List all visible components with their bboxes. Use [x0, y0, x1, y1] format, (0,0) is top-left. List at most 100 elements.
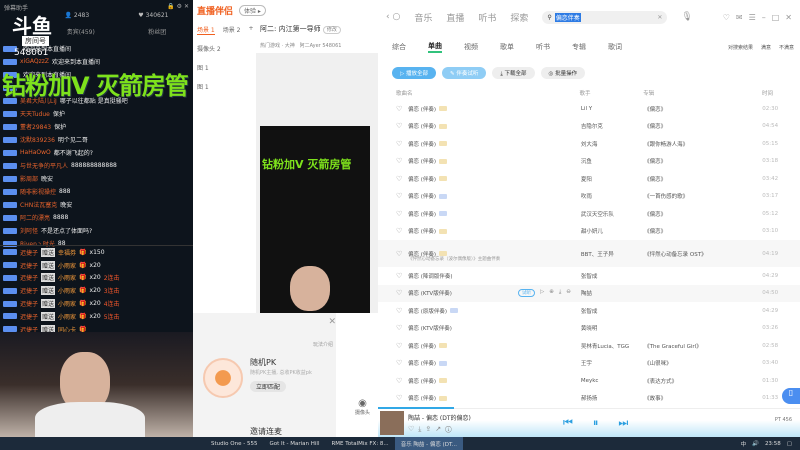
add-icon[interactable]: ⊕ [549, 289, 554, 297]
heart-icon[interactable]: ♡ [396, 140, 402, 148]
heart-icon[interactable]: ♡ [396, 394, 402, 402]
song-album[interactable]: 《The Graceful Girl》 [644, 342, 762, 350]
tab-1[interactable]: 单曲 [428, 41, 442, 53]
minimize-icon[interactable]: – [762, 13, 766, 22]
song-row[interactable]: ♡ 偏恋 (伴奏) 甜小妍儿 《偏恋》 03:10 [378, 223, 800, 241]
notification-icon[interactable]: ▢ [787, 441, 792, 447]
song-title[interactable]: 偏恋 (降调版伴奏) [408, 272, 453, 280]
song-row[interactable]: ♡ 偏恋 (伴奏) 吴林青Lucia、TGG 《The Graceful Girl》 0… [378, 337, 800, 355]
song-row[interactable]: ♡ 偏恋 (伴奏) Meykc 《表达方式》 01:30 [378, 372, 800, 390]
song-title[interactable]: 偏恋 (伴奏) [408, 394, 436, 402]
nav-music[interactable]: 音乐 [414, 11, 432, 24]
try-button[interactable]: 试听 [517, 289, 535, 298]
song-title[interactable]: 偏恋 (KTV版伴奏) [408, 324, 452, 332]
camera-button[interactable]: ◉ 摄像头 [355, 398, 370, 416]
gift-nick[interactable]: 迟捷子 [20, 273, 38, 282]
phone-icon[interactable]: ▯ [782, 388, 800, 404]
skin-icon[interactable]: ♡ [723, 13, 730, 22]
feedback-1[interactable]: 满意 [761, 44, 771, 51]
song-row[interactable]: ♡ 偏恋 (降调版伴奏) 张智成 04:29 [378, 267, 800, 285]
clock[interactable]: 23:58 [765, 441, 781, 447]
song-row[interactable]: ♡ 偏恋 (伴奏) 吉隐尔克 《偏恋》 04:54 [378, 118, 800, 136]
prev-icon[interactable]: ⏮ [563, 416, 573, 430]
scene-tab-2[interactable]: 场景 2 [223, 25, 241, 35]
chat-nick[interactable]: 影周部 [20, 174, 38, 183]
accompaniment-button[interactable]: ✎ 伴奏试听 [441, 67, 487, 79]
song-album[interactable]: 《跟你畅游人海》 [644, 140, 762, 148]
heart-icon[interactable]: ♡ [396, 289, 402, 297]
taskbar-item[interactable]: 音乐 陶喆 - 偏恋 (DT... [394, 437, 463, 450]
chat-nick[interactable]: 阿二的漂亮 [20, 213, 50, 222]
pause-icon[interactable]: ⏸ [593, 416, 599, 430]
song-row[interactable]: ♡ 偏恋 (伴奏) 夏阳 《偏恋》 03:42 [378, 170, 800, 188]
play-all-button[interactable]: ▷ 播放全部 [392, 67, 436, 79]
tab-3[interactable]: 歌单 [500, 42, 514, 52]
song-album[interactable]: 《偏恋》 [644, 227, 762, 235]
chat-nick[interactable]: 董者29843 [20, 122, 51, 131]
gift-nick[interactable]: 迟捷子 [20, 248, 38, 257]
song-title[interactable]: 偏恋 (原版伴奏) [408, 307, 447, 315]
song-row[interactable]: ♡ 偏恋 (伴奏) 武汉天空乐队 《偏恋》 05:12 [378, 205, 800, 223]
song-album[interactable]: 《故事》 [644, 394, 762, 402]
progress-bar[interactable] [378, 407, 454, 409]
song-artist[interactable]: 吴林青Lucia、TGG [581, 342, 644, 350]
heart-icon[interactable]: ♡ [396, 227, 402, 235]
batch-button[interactable]: ◎ 批量操作 [540, 67, 586, 79]
song-album[interactable]: 《偏恋》 [644, 175, 762, 183]
song-artist[interactable]: Lil Y [581, 106, 644, 112]
song-row[interactable]: ♡ 偏恋 (伴奏) 郝扬扬 《故事》 01:33 [378, 390, 800, 408]
heart-icon[interactable]: ♡ [396, 192, 402, 200]
ime-indicator[interactable]: 中 [741, 440, 747, 448]
song-artist[interactable]: BBT、王子异 [581, 250, 644, 258]
heart-icon[interactable]: ♡ [396, 342, 402, 350]
song-title[interactable]: 偏恋 (伴奏) [408, 342, 436, 350]
invite-title[interactable]: 邀请连麦 [250, 426, 282, 437]
taskbar-item[interactable]: Got It - Marian Hill [263, 437, 325, 450]
menu-icon[interactable]: ☰ [749, 13, 756, 22]
song-album[interactable]: 《怦然心动备忘录 OST》 [644, 250, 762, 258]
song-row[interactable]: ♡ 偏恋 (伴奏) 吹雨 《一首伤感的歌》 03:17 [378, 188, 800, 206]
song-artist[interactable]: 吹雨 [581, 192, 644, 200]
song-album[interactable]: 《偏恋》 [644, 210, 762, 218]
song-row[interactable]: ♡ 偏恋 (KTV版伴奏) 试听 ▷ ⊕ ⤓ ⊖ 陶喆 04:50 [378, 284, 800, 302]
clear-icon[interactable]: ✕ [657, 14, 662, 21]
tab-5[interactable]: 专辑 [572, 42, 586, 52]
song-row[interactable]: ♡ 偏恋 (KTV版伴奏) 黄晓明 03:26 [378, 320, 800, 338]
song-title[interactable]: 偏恋 (伴奏) [408, 175, 436, 183]
chat-nick[interactable]: 刘阿怪 [20, 226, 38, 235]
heart-icon[interactable]: ♡ [396, 307, 402, 315]
gift-nick[interactable]: 迟捷子 [20, 299, 38, 308]
tab-6[interactable]: 歌词 [608, 42, 622, 52]
song-title[interactable]: 偏恋 (伴奏) [408, 192, 436, 200]
taskbar-item[interactable]: Studio One - 555 [205, 437, 263, 450]
song-artist[interactable]: 吉隐尔克 [581, 122, 644, 130]
song-title[interactable]: 偏恋 (伴奏) [408, 377, 436, 385]
chat-nick[interactable]: HaHaOwO [20, 149, 51, 156]
add-scene-button[interactable]: + [248, 25, 253, 35]
chat-nick[interactable]: 沈默839236 [20, 135, 55, 144]
song-album[interactable]: 《偏恋》 [644, 105, 762, 113]
tab-fans[interactable]: 粉丝团 [148, 27, 166, 36]
gift-list[interactable]: 迟捷子 赠送 幸福券 🎁 x150 迟捷子 赠送 小雨家 🎁 x20 迟捷子 赠送 小雨家 🎁 x20 2连击… [0, 245, 193, 336]
gift-nick[interactable]: 迟捷子 [20, 286, 38, 295]
close-icon[interactable]: ✕ [785, 13, 792, 22]
mic-icon[interactable]: 🎙 [681, 12, 692, 22]
song-title[interactable]: 偏恋 (伴奏) [408, 105, 436, 113]
song-title[interactable]: 偏恋 (伴奏) [408, 140, 436, 148]
nav-audiobook[interactable]: 听书 [478, 11, 496, 24]
chat-nick[interactable]: CHN法瓦塞克 [20, 200, 57, 209]
player-actions[interactable]: ♡⤓⇪↗ⓘ [408, 425, 456, 434]
taskbar-item[interactable]: RME TotalMix FX: 8... [325, 437, 394, 450]
song-artist[interactable]: 陶喆 [581, 289, 644, 297]
heart-icon[interactable]: ♡ [396, 359, 402, 367]
song-title[interactable]: 偏恋 (伴奏) [408, 210, 436, 218]
mail-icon[interactable]: ✉ [736, 13, 743, 22]
song-row[interactable]: ♡ 偏恋 (原版伴奏) 张智成 04:29 [378, 302, 800, 320]
feedback-2[interactable]: 不满意 [779, 44, 794, 51]
tab-0[interactable]: 综合 [392, 42, 406, 52]
chat-nick[interactable]: 与世无争的平凡人 [20, 161, 68, 170]
song-row[interactable]: ♡ 偏恋 (伴奏) BBT、王子异 《怦然心动备忘录 OST》 04:19 《怦然心动备忘… [378, 240, 800, 267]
song-artist[interactable]: 张智成 [581, 272, 644, 280]
edit-title-button[interactable]: 修改 [322, 26, 341, 34]
song-row[interactable]: ♡ 偏恋 (伴奏) Lil Y 《偏恋》 02:30 [378, 100, 800, 118]
